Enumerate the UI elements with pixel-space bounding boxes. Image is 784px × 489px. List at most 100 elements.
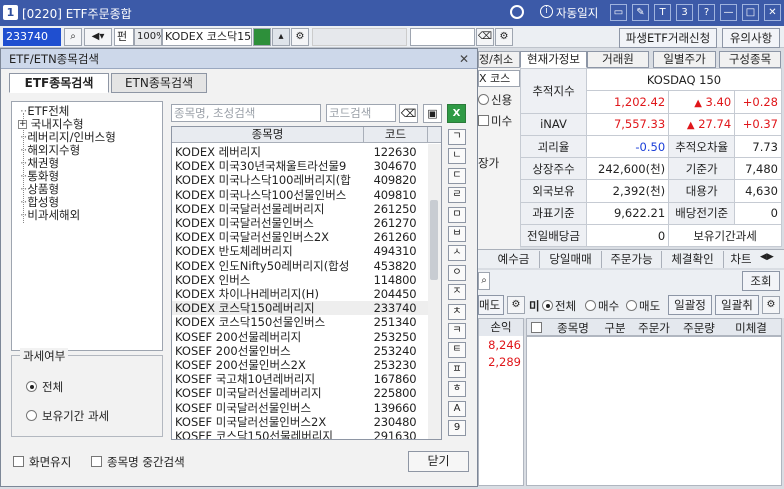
eraser-icon[interactable]: ⌫: [399, 104, 418, 123]
stock-name-field[interactable]: KODEX 코스닥150: [162, 28, 252, 46]
initial-filter-button[interactable]: ㅁ: [448, 206, 466, 223]
stock-row[interactable]: KOSEF 200선물인버스 253240: [172, 344, 430, 358]
tree-node-tax-free-overseas[interactable]: ··비과세해외: [20, 209, 80, 222]
gear-icon[interactable]: ⚙: [762, 296, 780, 314]
col-code[interactable]: 코드: [364, 127, 428, 143]
tax-holding-radio[interactable]: [26, 410, 37, 421]
search-icon[interactable]: ⌕: [64, 28, 82, 46]
stock-row[interactable]: KOSEF 200선물인버스2X 253230: [172, 358, 430, 372]
stock-row[interactable]: KOSEF 미국달러선물레버리지 225800: [172, 386, 430, 400]
stock-row[interactable]: KODEX 차이나H레버리지(H) 204450: [172, 287, 430, 301]
keep-screen-checkbox[interactable]: [13, 456, 24, 467]
misu-checkbox[interactable]: [478, 115, 489, 126]
account-input[interactable]: 233740: [3, 28, 61, 46]
tab-orderable[interactable]: 주문가능: [602, 251, 662, 268]
edit-icon[interactable]: ✎: [632, 4, 649, 21]
stock-row[interactable]: KODEX 미국30년국채울트라선물9 304670: [172, 159, 430, 173]
speaker-icon[interactable]: ◀▾: [84, 28, 112, 46]
grid-scrollbar[interactable]: [428, 144, 441, 439]
tab-today-trades[interactable]: 당일매매: [540, 251, 602, 268]
initial-filter-button[interactable]: ㅇ: [448, 264, 466, 281]
stock-row[interactable]: KOSEF 국고채10년레버리지 167860: [172, 372, 430, 386]
eraser-icon[interactable]: ⌫: [476, 28, 494, 46]
tab-scroll-arrows[interactable]: ◀▶: [760, 252, 774, 262]
search-icon[interactable]: ⌕: [478, 272, 490, 290]
initial-filter-button[interactable]: ㄴ: [448, 148, 466, 165]
stock-name-search-input[interactable]: 종목명, 초성검색: [171, 104, 321, 122]
inquiry-button[interactable]: 조회: [742, 271, 780, 291]
gear-icon[interactable]: ⚙: [507, 296, 525, 314]
filter-buy-radio[interactable]: [585, 300, 596, 311]
tax-all-radio[interactable]: [26, 381, 37, 392]
save-icon[interactable]: ▣: [423, 104, 442, 123]
tab-execution[interactable]: 체결확인: [662, 251, 724, 268]
price-input[interactable]: [410, 28, 475, 46]
close-icon[interactable]: ✕: [456, 52, 472, 66]
unfilled-orders-list[interactable]: [526, 336, 782, 486]
stock-row[interactable]: KODEX 코스닥150선물인버스 251340: [172, 315, 430, 329]
stock-row[interactable]: KODEX 코스닥150레버리지 233740: [172, 301, 430, 316]
notes-button[interactable]: 유의사항: [722, 28, 780, 48]
tab-chart[interactable]: 차트: [724, 251, 758, 268]
zoom-label[interactable]: 100%: [134, 28, 162, 46]
initial-filter-button[interactable]: ㅍ: [448, 361, 466, 378]
col-name[interactable]: 종목명: [172, 127, 364, 143]
filter-all-radio[interactable]: [542, 300, 553, 311]
filter-sell-radio[interactable]: [626, 300, 637, 311]
stock-row[interactable]: KODEX 미국나스닥100레버리지(합 409820: [172, 173, 430, 187]
tab-daily-price[interactable]: 일별주가: [653, 51, 716, 68]
kosdaq-tab[interactable]: X 코스: [478, 70, 520, 87]
tab-components[interactable]: 구성종목: [719, 51, 781, 68]
initial-filter-button[interactable]: ㅎ: [448, 381, 466, 398]
auto-journal-link[interactable]: 자동일지: [556, 5, 598, 21]
maximize-button[interactable]: □: [742, 4, 759, 21]
tab-etf-search[interactable]: ETF종목검색: [9, 73, 109, 93]
stock-row[interactable]: KOSEF 미국달러선물인버스 139660: [172, 401, 430, 415]
initial-filter-button[interactable]: ㅈ: [448, 284, 466, 301]
bulk-correct-button[interactable]: 일괄정: [668, 295, 712, 315]
stock-row[interactable]: KODEX 반도체레버리지 494310: [172, 244, 430, 258]
tab-deposit[interactable]: 예수금: [488, 251, 540, 268]
bulk-cancel-button[interactable]: 일괄취: [715, 295, 759, 315]
stock-row[interactable]: KOSEF 200선물레버리지 253250: [172, 330, 430, 344]
excel-icon[interactable]: X: [447, 104, 466, 123]
stock-row[interactable]: KOSEF 미국달러선물인버스2X 230480: [172, 415, 430, 429]
code-search-input[interactable]: 코드검색: [326, 104, 396, 122]
stock-row[interactable]: KODEX 미국달러선물인버스2X 261260: [172, 230, 430, 244]
initial-filter-button[interactable]: ㅅ: [448, 245, 466, 262]
middle-search-checkbox[interactable]: [91, 456, 102, 467]
initial-filter-button[interactable]: ㄱ: [448, 129, 466, 145]
stock-row[interactable]: KODEX 미국달러선물인버스 261270: [172, 216, 430, 230]
correct-cancel-tab[interactable]: 정/취소: [478, 51, 520, 68]
stock-row[interactable]: KODEX 인도Nifty50레버리지(합성 453820: [172, 259, 430, 273]
layout-icon[interactable]: ▭: [610, 4, 627, 21]
initial-filter-button[interactable]: ㅌ: [448, 342, 466, 359]
stock-row[interactable]: KODEX 미국나스닥100선물인버스 409810: [172, 188, 430, 202]
help-button[interactable]: ?: [698, 4, 715, 21]
credit-radio[interactable]: [478, 94, 489, 105]
tab-broker[interactable]: 거래원: [587, 51, 649, 68]
stock-row[interactable]: KODEX 레버리지 122630: [172, 145, 430, 159]
initial-filter-button[interactable]: ㄷ: [448, 167, 466, 184]
derivative-etf-button[interactable]: 파생ETF거래신청: [619, 28, 717, 48]
screen-count-button[interactable]: 3: [676, 4, 693, 21]
initial-filter-button[interactable]: ㅂ: [448, 226, 466, 242]
initial-filter-button[interactable]: ㅋ: [448, 323, 466, 339]
initial-filter-button[interactable]: 9: [448, 420, 466, 436]
close-button[interactable]: ✕: [764, 4, 781, 21]
sell-button[interactable]: 매도: [478, 295, 504, 315]
stock-row[interactable]: KODEX 인버스 114800: [172, 273, 430, 287]
link-icon[interactable]: [510, 5, 524, 19]
select-all-checkbox[interactable]: [531, 322, 542, 333]
initial-filter-button[interactable]: ㄹ: [448, 187, 466, 204]
scroll-thumb[interactable]: [430, 200, 438, 280]
chart-icon[interactable]: ▴: [272, 28, 290, 46]
text-size-button[interactable]: T: [654, 4, 671, 21]
stock-row[interactable]: KODEX 미국달러선물레버리지 261250: [172, 202, 430, 216]
tab-current-price[interactable]: 현재가정보: [520, 51, 587, 68]
close-dialog-button[interactable]: 닫기: [408, 451, 469, 472]
initial-filter-button[interactable]: ㅊ: [448, 303, 466, 320]
grid-icon[interactable]: [253, 28, 271, 46]
gear-icon[interactable]: ⚙: [291, 28, 309, 46]
settings-icon[interactable]: ⚙: [495, 28, 513, 46]
